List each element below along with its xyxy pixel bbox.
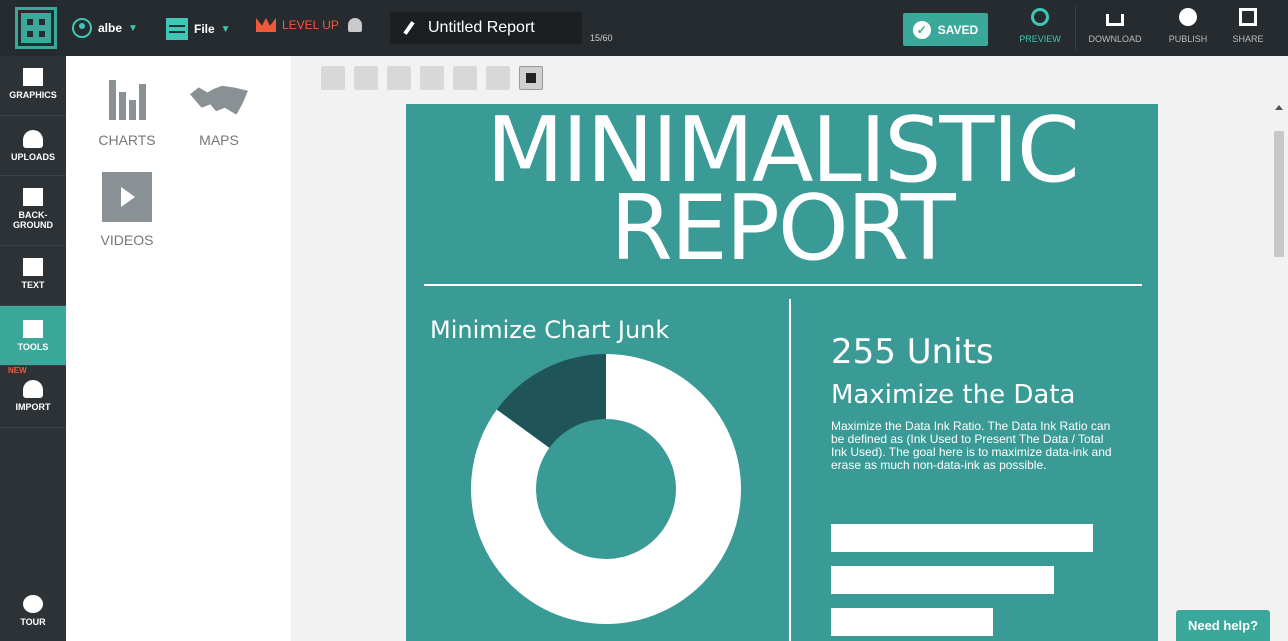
share-label: SHARE — [1232, 34, 1264, 44]
redo-button[interactable] — [354, 66, 378, 90]
cut-button[interactable] — [387, 66, 411, 90]
vertical-divider[interactable] — [789, 299, 791, 641]
tour-button[interactable]: TOUR — [0, 591, 66, 641]
image-icon — [23, 68, 43, 86]
left-heading[interactable]: Minimize Chart Junk — [430, 316, 669, 344]
tools-icon — [23, 320, 43, 338]
sidebar-item-label: IMPORT — [15, 402, 51, 412]
maps-tool[interactable]: MAPS — [184, 76, 254, 148]
user-name: albe — [98, 21, 123, 35]
file-label: File — [194, 22, 215, 36]
copy-button[interactable] — [420, 66, 444, 90]
chevron-down-icon: ▼ — [220, 23, 231, 35]
user-menu[interactable]: albe ▼ — [72, 18, 138, 38]
level-up-label: LEVEL UP — [282, 18, 339, 32]
delete-button[interactable] — [486, 66, 510, 90]
crown-icon — [256, 18, 276, 32]
sidebar-item-graphics[interactable]: GRAPHICS — [0, 56, 66, 116]
sidebar-item-label: TEXT — [21, 280, 45, 290]
saved-button[interactable]: ✓ SAVED — [903, 13, 988, 46]
sidebar-item-import[interactable]: NEW IMPORT — [0, 366, 66, 428]
scroll-up-icon[interactable] — [1275, 105, 1283, 110]
upload-cloud-icon — [23, 130, 43, 148]
file-menu[interactable]: File ▼ — [166, 18, 231, 40]
videos-tool[interactable]: VIDEOS — [92, 172, 162, 248]
top-bar: albe ▼ File ▼ LEVEL UP Untitled Report 1… — [0, 0, 1288, 56]
title-char-count: 15/60 — [590, 33, 613, 43]
app-logo[interactable] — [15, 7, 57, 49]
download-icon — [1106, 14, 1124, 26]
publish-label: PUBLISH — [1168, 34, 1208, 44]
report-canvas[interactable]: MINIMALISTIC REPORT Minimize Chart Junk … — [406, 104, 1158, 641]
play-icon — [102, 172, 152, 222]
background-icon — [23, 188, 43, 206]
share-button[interactable]: SHARE — [1218, 8, 1278, 44]
editor-area: MINIMALISTIC REPORT Minimize Chart Junk … — [291, 56, 1288, 641]
right-heading[interactable]: Maximize the Data — [831, 380, 1075, 410]
sidebar-item-text[interactable]: TEXT — [0, 246, 66, 306]
left-sidebar: GRAPHICS UPLOADS BACK- GROUND TEXT TOOLS… — [0, 56, 73, 641]
saved-label: SAVED — [937, 22, 979, 37]
videos-label: VIDEOS — [100, 232, 154, 248]
undo-button[interactable] — [321, 66, 345, 90]
sidebar-item-label-2: GROUND — [13, 220, 53, 230]
eye-icon — [1031, 8, 1049, 26]
sidebar-item-uploads[interactable]: UPLOADS — [0, 116, 66, 176]
edit-toolbar — [321, 66, 543, 90]
notifications-button[interactable] — [348, 18, 362, 32]
charts-tool[interactable]: CHARTS — [92, 76, 162, 148]
donut-chart[interactable] — [466, 349, 746, 629]
sidebar-item-label: TOOLS — [17, 342, 49, 352]
publish-button[interactable]: PUBLISH — [1158, 8, 1218, 44]
preview-label: PREVIEW — [1019, 34, 1061, 44]
world-map-icon — [190, 85, 248, 115]
divider — [1075, 6, 1076, 50]
units-value[interactable]: 255 Units — [831, 332, 994, 372]
text-icon — [23, 258, 43, 276]
sidebar-item-label: BACK- — [18, 210, 48, 220]
sidebar-item-tools[interactable]: TOOLS — [0, 306, 73, 366]
horizontal-divider[interactable] — [424, 284, 1142, 286]
tools-panel: CHARTS MAPS VIDEOS — [66, 56, 291, 641]
file-icon — [166, 18, 188, 40]
sidebar-item-label: GRAPHICS — [9, 90, 57, 100]
bar[interactable] — [831, 608, 994, 636]
maps-label: MAPS — [199, 132, 239, 148]
check-icon: ✓ — [912, 20, 931, 39]
bar[interactable] — [831, 524, 1093, 552]
new-badge: NEW — [8, 366, 27, 375]
bar[interactable] — [831, 566, 1054, 594]
snap-grid-button[interactable] — [519, 66, 543, 90]
bell-icon — [348, 18, 362, 32]
chevron-down-icon: ▼ — [128, 22, 138, 34]
sidebar-item-background[interactable]: BACK- GROUND — [0, 176, 66, 246]
download-button[interactable]: DOWNLOAD — [1085, 8, 1145, 44]
paste-button[interactable] — [453, 66, 477, 90]
sidebar-item-label: UPLOADS — [10, 152, 55, 162]
import-cloud-icon — [23, 380, 43, 398]
preview-button[interactable]: PREVIEW — [1010, 8, 1070, 44]
download-label: DOWNLOAD — [1088, 34, 1142, 44]
report-title: Untitled Report — [428, 19, 535, 36]
bar-chart-icon — [92, 76, 162, 120]
pencil-icon — [403, 21, 415, 35]
scroll-thumb[interactable] — [1274, 131, 1284, 257]
charts-label: CHARTS — [98, 132, 156, 148]
level-up-link[interactable]: LEVEL UP — [256, 18, 339, 32]
globe-icon — [1179, 8, 1197, 26]
report-heading-line2[interactable]: REPORT — [406, 176, 1158, 281]
body-paragraph[interactable]: Maximize the Data Ink Ratio. The Data In… — [831, 420, 1121, 472]
tour-label: TOUR — [20, 617, 46, 627]
user-avatar-icon — [72, 18, 92, 38]
vertical-scrollbar[interactable] — [1270, 100, 1288, 641]
signpost-icon — [23, 595, 43, 613]
report-title-field[interactable]: Untitled Report — [390, 12, 582, 44]
share-icon — [1239, 8, 1257, 26]
need-help-button[interactable]: Need help? — [1176, 610, 1270, 641]
